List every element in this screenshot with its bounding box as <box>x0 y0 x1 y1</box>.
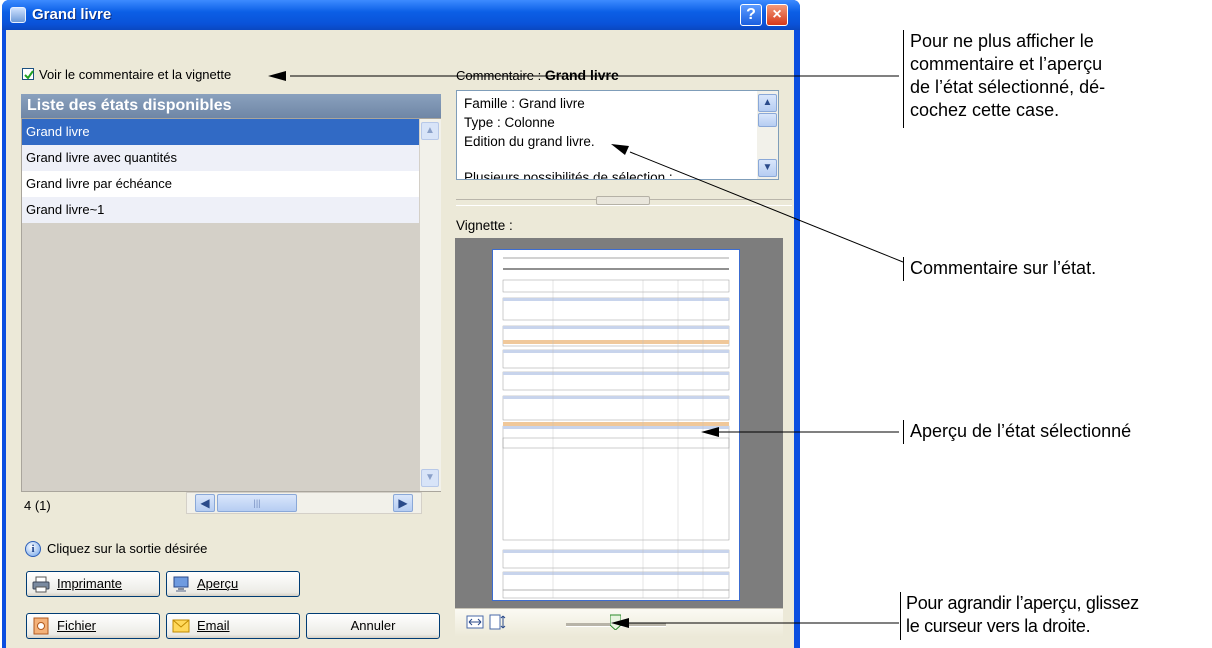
preview-annotation: Aperçu de l’état sélectionné <box>910 421 1132 441</box>
slider-annotation: Pour agrandir l’aperçu, glissez le curse… <box>906 592 1139 638</box>
annotation-bar <box>903 420 904 444</box>
annotation-line: Pour agrandir l’aperçu, glissez <box>906 593 1139 613</box>
annotation-line: de l’état sélectionné, dé- <box>910 77 1106 97</box>
annotation-line: Pour ne plus afficher le <box>910 31 1094 51</box>
checkbox-annotation: Pour ne plus afficher le commentaire et … <box>910 30 1105 122</box>
annotation-line: cochez cette case. <box>910 100 1060 120</box>
annotation-bar <box>903 257 904 281</box>
comment-annotation: Commentaire sur l’état. <box>910 258 1097 278</box>
annotation-bar <box>900 592 901 640</box>
annotation-line: commentaire et l’aperçu <box>910 54 1103 74</box>
annotation-bar <box>903 30 904 128</box>
annotation-line: le curseur vers la droite. <box>906 616 1091 636</box>
